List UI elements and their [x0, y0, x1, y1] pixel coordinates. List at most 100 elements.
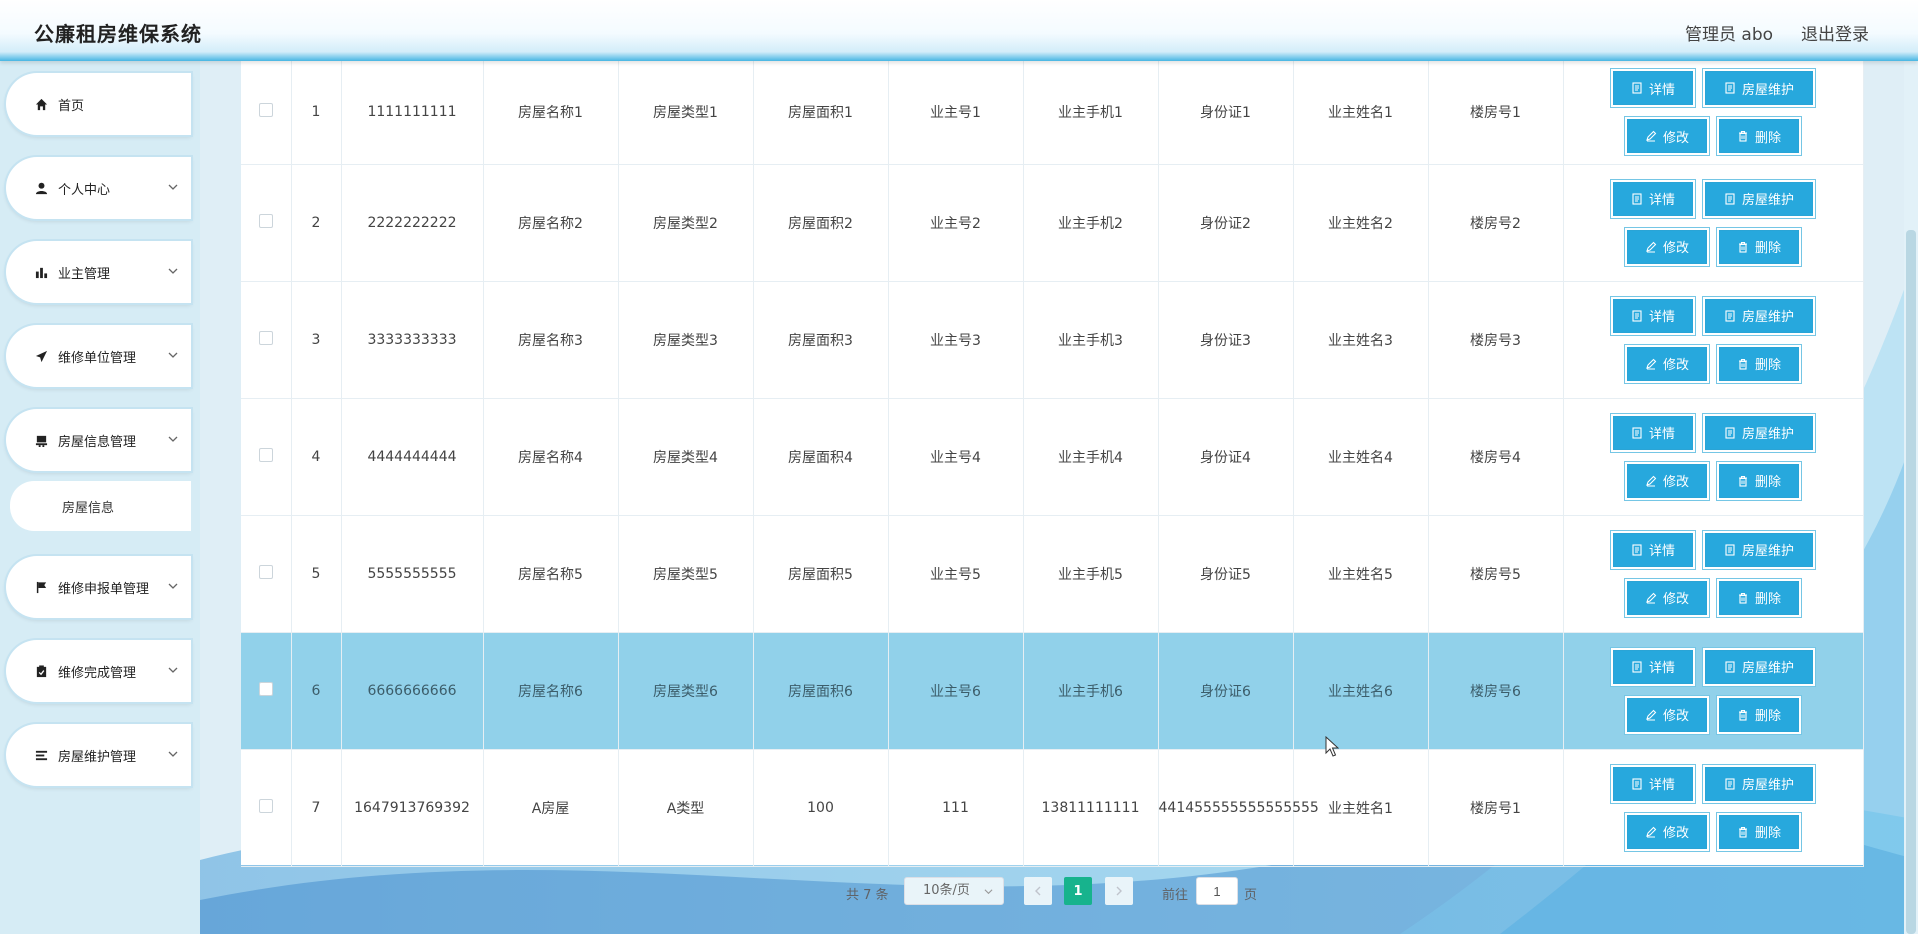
delete-button[interactable]: 删除 — [1719, 697, 1799, 732]
document-icon — [1725, 426, 1735, 439]
trash-icon — [1738, 826, 1747, 838]
sidebar-item-owner-management[interactable]: 业主管理 — [6, 241, 191, 303]
document-icon — [1725, 543, 1735, 556]
table-cell: 13811111111 — [1023, 749, 1159, 867]
delete-button[interactable]: 删除 — [1719, 814, 1799, 849]
table-cell: 6666666666 — [341, 632, 484, 750]
edit-button[interactable]: 修改 — [1627, 463, 1707, 498]
page-number-button[interactable]: 1 — [1064, 877, 1092, 905]
table-row[interactable]: 1 1111111111 房屋名称1 房屋类型1 房屋面积1 业主号1 业主手机1 身份证1 业… — [241, 61, 1864, 165]
clipboard-icon — [34, 664, 48, 678]
maintain-button[interactable]: 房屋维护 — [1705, 415, 1813, 450]
edit-button[interactable]: 修改 — [1627, 814, 1707, 849]
button-label: 修改 — [1662, 592, 1689, 607]
maintain-button[interactable]: 房屋维护 — [1705, 766, 1813, 801]
table-row[interactable]: 3 3333333333 房屋名称3 房屋类型3 房屋面积3 业主号3 业主手机3 身份证3 业… — [241, 281, 1864, 399]
edit-button[interactable]: 修改 — [1627, 580, 1707, 615]
edit-button[interactable]: 修改 — [1627, 229, 1707, 264]
delete-button[interactable]: 删除 — [1719, 229, 1799, 264]
row-checkbox[interactable] — [258, 564, 273, 579]
table-cell: 房屋类型3 — [618, 281, 754, 399]
maintain-button[interactable]: 房屋维护 — [1705, 298, 1813, 333]
detail-button[interactable]: 详情 — [1613, 766, 1693, 801]
document-icon — [1632, 426, 1642, 439]
prev-page-button[interactable] — [1024, 877, 1052, 905]
table-cell: 4444444444 — [341, 398, 484, 516]
sidebar-item-home[interactable]: 首页 — [6, 73, 191, 135]
button-label: 详情 — [1648, 193, 1675, 208]
document-icon — [1725, 777, 1735, 790]
table-cell: 业主姓名1 — [1293, 61, 1429, 165]
detail-button[interactable]: 详情 — [1613, 649, 1693, 684]
delete-button[interactable]: 删除 — [1719, 463, 1799, 498]
sidebar-item-repair-complete-management[interactable]: 维修完成管理 — [6, 640, 191, 702]
delete-button[interactable]: 删除 — [1719, 580, 1799, 615]
pencil-icon — [1646, 475, 1657, 486]
table-cell: 房屋类型1 — [618, 61, 754, 165]
table-cell: A房屋 — [483, 749, 619, 867]
table-row[interactable]: 2 2222222222 房屋名称2 房屋类型2 房屋面积2 业主号2 业主手机2 身份证2 业… — [241, 164, 1864, 282]
sidebar-item-personal-center[interactable]: 个人中心 — [6, 157, 191, 219]
button-label: 详情 — [1648, 661, 1675, 676]
maintain-button[interactable]: 房屋维护 — [1705, 649, 1813, 684]
sidebar-item-house-info-management[interactable]: 房屋信息管理 — [6, 409, 191, 471]
page-size-select[interactable]: 10条/页 — [904, 877, 1004, 905]
table-row[interactable]: 6 6666666666 房屋名称6 房屋类型6 房屋面积6 业主号6 业主手机6 身份证6 业… — [241, 632, 1864, 750]
table-row[interactable]: 5 5555555555 房屋名称5 房屋类型5 房屋面积5 业主号5 业主手机5 身份证5 业… — [241, 515, 1864, 633]
table-cell: 房屋面积3 — [753, 281, 889, 399]
sidebar-subitem-house-info[interactable]: 房屋信息 — [10, 481, 191, 531]
delete-button[interactable]: 删除 — [1719, 346, 1799, 381]
row-checkbox[interactable] — [258, 103, 273, 118]
sidebar-item-house-maintenance-management[interactable]: 房屋维护管理 — [6, 724, 191, 786]
table-cell: 房屋面积2 — [753, 164, 889, 282]
row-checkbox[interactable] — [258, 681, 273, 696]
sidebar-item-repair-request-management[interactable]: 维修申报单管理 — [6, 556, 191, 618]
row-checkbox[interactable] — [258, 330, 273, 345]
row-checkbox[interactable] — [258, 798, 273, 813]
edit-button[interactable]: 修改 — [1627, 346, 1707, 381]
table-cell: 楼房号1 — [1428, 61, 1564, 165]
table-row[interactable]: 7 1647913769392 A房屋 A类型 100 111 13811111111 441… — [241, 749, 1864, 867]
detail-button[interactable]: 详情 — [1613, 71, 1693, 106]
edit-button[interactable]: 修改 — [1627, 119, 1707, 154]
trash-icon — [1738, 709, 1747, 721]
table-cell: 房屋名称4 — [483, 398, 619, 516]
table-row[interactable]: 4 4444444444 房屋名称4 房屋类型4 房屋面积4 业主号4 业主手机4 身份证4 业… — [241, 398, 1864, 516]
table-cell: 7 — [291, 749, 342, 867]
table-cell: 房屋名称3 — [483, 281, 619, 399]
detail-button[interactable]: 详情 — [1613, 298, 1693, 333]
detail-button[interactable]: 详情 — [1613, 181, 1693, 216]
maintain-button[interactable]: 房屋维护 — [1705, 71, 1813, 106]
goto-page-input[interactable] — [1196, 877, 1238, 905]
row-checkbox[interactable] — [258, 447, 273, 462]
next-page-button[interactable] — [1105, 877, 1133, 905]
actions-cell: 详情 房屋维护 修改 删除 — [1563, 61, 1864, 165]
pencil-icon — [1646, 130, 1657, 142]
sidebar-item-repair-unit-management[interactable]: 维修单位管理 — [6, 325, 191, 387]
logout-link[interactable]: 退出登录 — [1801, 20, 1869, 45]
table-cell: 房屋面积4 — [753, 398, 889, 516]
row-checkbox[interactable] — [258, 213, 273, 228]
table-cell: 业主号5 — [888, 515, 1024, 633]
pencil-icon — [1646, 709, 1657, 720]
button-label: 详情 — [1648, 310, 1675, 325]
table-cell: 业主号1 — [888, 61, 1024, 165]
goto-unit-label: 页 — [1244, 888, 1258, 903]
delete-button[interactable]: 删除 — [1719, 119, 1799, 154]
app-title: 公廉租房维保系统 — [34, 22, 202, 46]
table-cell: 1 — [291, 61, 342, 165]
table-cell: 100 — [753, 749, 889, 867]
list-icon — [34, 748, 48, 762]
row-checkbox-cell — [241, 61, 292, 165]
actions-cell: 详情 房屋维护 修改 删除 — [1563, 749, 1864, 867]
maintain-button[interactable]: 房屋维护 — [1705, 181, 1813, 216]
edit-button[interactable]: 修改 — [1627, 697, 1707, 732]
detail-button[interactable]: 详情 — [1613, 415, 1693, 450]
table-cell: 房屋面积1 — [753, 61, 889, 165]
maintain-button[interactable]: 房屋维护 — [1705, 532, 1813, 567]
scrollbar-thumb[interactable] — [1906, 230, 1916, 934]
detail-button[interactable]: 详情 — [1613, 532, 1693, 567]
document-icon — [1725, 82, 1735, 94]
chevron-left-icon — [1035, 886, 1041, 896]
chevron-down-icon — [168, 667, 178, 673]
